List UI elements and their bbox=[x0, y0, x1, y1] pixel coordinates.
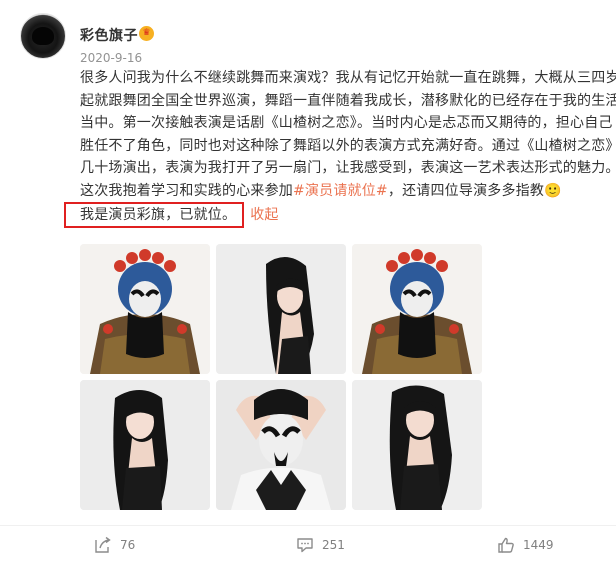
photo-portrait-3[interactable] bbox=[352, 380, 482, 510]
body-line-suffix: ，还请四位导演多多指教🙂 bbox=[387, 182, 562, 199]
opera-mask-photo bbox=[352, 244, 482, 374]
like-button[interactable]: 1449 bbox=[497, 536, 554, 554]
share-icon bbox=[95, 536, 111, 553]
repost-count: 76 bbox=[120, 538, 136, 552]
post-body: 很多人问我为什么不继续跳舞而来演戏？我从有记忆开始就一直在跳舞，大概从三四岁 起… bbox=[64, 67, 616, 228]
avatar-bird-image bbox=[32, 27, 54, 45]
repost-button[interactable]: 76 bbox=[94, 536, 135, 554]
comment-icon bbox=[297, 538, 313, 553]
comment-count: 251 bbox=[322, 538, 345, 552]
post-timestamp[interactable]: 2020-9-16 bbox=[80, 51, 142, 65]
body-line: 我是演员彩旗，已就位。 收起 bbox=[64, 202, 612, 228]
hashtag-link[interactable]: #演员请就位# bbox=[293, 183, 388, 199]
portrait-photo bbox=[216, 244, 346, 374]
body-line: 起就跟舞团全国全世界巡演，舞蹈一直伴随着我成长，潜移默化的已经存在于我的生活 bbox=[80, 92, 616, 109]
photo-opera-mask-2[interactable] bbox=[352, 244, 482, 374]
photo-painted-face[interactable] bbox=[216, 380, 346, 510]
painted-face-photo bbox=[216, 380, 346, 510]
weibo-post: 彩色旗子 ♛ 2020-9-16 很多人问我为什么不继续跳舞而来演戏？我从有记忆… bbox=[0, 0, 616, 563]
opera-mask-photo bbox=[80, 244, 210, 374]
highlighted-sentence: 我是演员彩旗，已就位。 bbox=[64, 202, 245, 228]
author-name[interactable]: 彩色旗子 bbox=[80, 25, 138, 45]
avatar[interactable] bbox=[20, 13, 66, 59]
action-bar: 76 251 1449 bbox=[0, 525, 616, 563]
collapse-link[interactable]: 收起 bbox=[250, 207, 278, 223]
body-line: 胜任不了角色，同时也对这种除了舞蹈以外的表演方式充满好奇。通过《山楂树之恋》 bbox=[80, 137, 616, 154]
body-line: 很多人问我为什么不继续跳舞而来演戏？我从有记忆开始就一直在跳舞，大概从三四岁 bbox=[80, 70, 616, 86]
body-line-prefix: 这次我抱着学习和实践的心来参加 bbox=[80, 182, 293, 199]
vip-crown-icon: ♛ bbox=[139, 26, 154, 41]
like-count: 1449 bbox=[523, 538, 554, 552]
comment-button[interactable]: 251 bbox=[296, 536, 345, 554]
body-line: 这次我抱着学习和实践的心来参加#演员请就位#，还请四位导演多多指教🙂 bbox=[80, 180, 612, 203]
portrait-photo bbox=[352, 380, 482, 510]
body-line: 当中。第一次接触表演是话剧《山楂树之恋》。当时内心是忐忑而又期待的，担心自己 bbox=[80, 115, 613, 131]
portrait-photo bbox=[80, 380, 210, 510]
body-line: 几十场演出，表演为我打开了另一扇门，让我感受到，表演这一艺术表达形式的魅力。 bbox=[80, 160, 616, 176]
photo-opera-mask-1[interactable] bbox=[80, 244, 210, 374]
thumbs-up-icon bbox=[498, 537, 514, 553]
photo-portrait-1[interactable] bbox=[216, 244, 346, 374]
photo-portrait-2[interactable] bbox=[80, 380, 210, 510]
